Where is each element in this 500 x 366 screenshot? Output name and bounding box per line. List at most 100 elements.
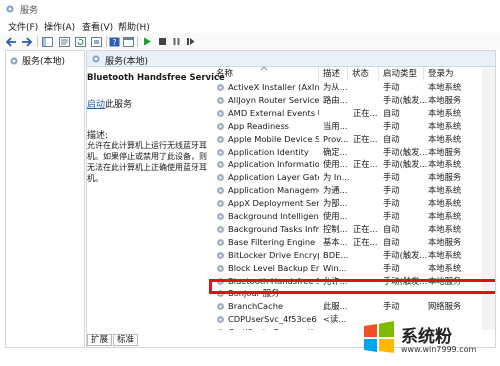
stop-icon[interactable] (156, 35, 169, 48)
tree-item-services-local[interactable]: 服务(本地) (9, 54, 65, 67)
watermark-brand: 系统粉 (401, 327, 452, 347)
service-name-cell: Background Tasks Infra... (228, 223, 319, 234)
tab-extended[interactable]: 扩展 (87, 334, 113, 346)
properties-icon[interactable] (58, 35, 71, 48)
pause-icon[interactable] (170, 35, 183, 48)
service-logon-cell: 本地服务 (428, 146, 462, 157)
watermark: 系统粉 www.win7999.com (357, 318, 500, 366)
column-header-label: 登录为 (428, 69, 454, 79)
services-gear-icon (10, 56, 18, 65)
table-row[interactable]: Application Management 为通... 手动 本地系统 (212, 184, 495, 197)
sort-chevron-icon (260, 67, 268, 71)
service-logon-cell: 本地系统 (428, 223, 462, 234)
table-row[interactable]: Application Identity 确定... 手动(触发... 本地服务 (212, 146, 495, 159)
service-status-cell: 正在... (353, 133, 378, 144)
service-logon-cell: 网络服务 (428, 301, 462, 312)
service-startup-cell: 手动(触发... (383, 159, 427, 170)
start-service-line: 启动此服务 (87, 97, 132, 110)
service-description-cell: 控制... (323, 223, 348, 234)
refresh-icon[interactable] (74, 35, 87, 48)
mmc-window-icon[interactable] (122, 35, 135, 48)
service-status-cell (353, 210, 382, 223)
toolbar-separator (106, 36, 107, 47)
table-row[interactable]: Application Layer Gatewa... 为 In... 手动 本地服务 (212, 171, 495, 184)
menu-help[interactable]: 帮助(H) (118, 20, 150, 33)
service-description-cell: 使用... (323, 211, 348, 221)
column-header-status[interactable]: 状态 (348, 67, 379, 81)
service-status-cell: 正在... (353, 223, 378, 234)
table-row[interactable]: AppX Deployment Servic... 为部... 手动 本地系统 (212, 197, 495, 210)
service-name-cell: Background Intelligent T... (228, 211, 319, 221)
service-description-cell: Prov... (323, 133, 349, 144)
service-name-cell: Certificate Propagation (228, 326, 319, 330)
table-row[interactable]: Background Intelligent T... 使用... 手动 本地系统 (212, 210, 495, 223)
service-status-cell (353, 81, 382, 94)
restart-icon[interactable] (184, 35, 197, 48)
column-header-startup-type[interactable]: 启动类型 (379, 67, 424, 81)
service-logon-cell: 本地服务 (428, 236, 462, 247)
play-icon[interactable] (141, 35, 154, 48)
service-description-cell: BDE... (323, 249, 349, 260)
service-status-cell: 正在... (353, 107, 378, 118)
service-status-cell (353, 146, 382, 159)
service-gear-icon (217, 200, 224, 207)
service-name-cell: AllJoyn Router Service (228, 94, 319, 105)
table-row[interactable]: BranchCache 此服... 手动 网络服务 (212, 300, 495, 313)
service-gear-icon (217, 303, 224, 311)
help-icon[interactable]: ? (108, 35, 121, 48)
table-row[interactable]: AllJoyn Router Service 路由... 手动(触发... 本地服务 (212, 94, 495, 107)
service-description-cell: 路由... (323, 94, 348, 105)
services-pane: 服务(本地) Bluetooth Handsfree Service 启动此服务… (86, 50, 496, 348)
service-startup-cell: 手动(触发... (383, 94, 427, 105)
service-gear-icon (217, 251, 224, 259)
description-panel: Bluetooth Handsfree Service 启动此服务 描述: 允许… (87, 67, 225, 342)
service-status-cell (353, 197, 382, 210)
service-gear-icon (217, 148, 224, 156)
service-startup-cell: 手动 (383, 120, 400, 131)
service-startup-cell: 手动 (383, 262, 400, 273)
start-service-link[interactable]: 启动 (87, 100, 105, 110)
service-startup-cell: 手动 (383, 185, 400, 196)
forward-arrow-icon[interactable] (20, 35, 33, 48)
service-name-cell: ActiveX Installer (AxInstSV) (228, 82, 319, 92)
tab-standard[interactable]: 标准 (113, 334, 139, 346)
service-startup-cell: 手动 (383, 301, 400, 312)
service-description-cell: 为部... (323, 198, 348, 209)
table-row[interactable]: ActiveX Installer (AxInstSV) 为从... 手动 本地系统 (212, 81, 495, 94)
service-gear-icon (217, 174, 224, 182)
export-list-icon[interactable] (90, 35, 103, 48)
table-row[interactable]: Background Tasks Infra... 控制... 正在... 自动 本地系… (212, 223, 495, 236)
service-description-cell (323, 326, 351, 330)
table-row[interactable]: App Readiness 当用... 手动 本地系统 (212, 120, 495, 133)
service-name-cell: App Readiness (228, 120, 290, 131)
table-row[interactable]: Application Information 使用... 正在... 手动(触发..… (212, 158, 495, 171)
service-gear-icon (217, 109, 224, 117)
service-name-cell: CDPUserSvc_4f53ce6 (228, 314, 317, 325)
back-arrow-icon[interactable] (5, 35, 18, 48)
menu-action[interactable]: 操作(A) (44, 20, 75, 33)
toolbar-separator (37, 36, 38, 47)
menu-file[interactable]: 文件(F) (8, 20, 38, 33)
service-gear-icon (217, 225, 224, 233)
column-header-description[interactable]: 描述 (319, 67, 348, 81)
service-logon-cell: 本地系统 (428, 133, 462, 144)
menu-view[interactable]: 查看(V) (82, 20, 113, 33)
table-row[interactable]: Block Level Backup Engi... Win... 手动 本地系统 (212, 262, 495, 275)
column-header-label: 状态 (352, 69, 370, 79)
service-logon-cell: 本地系统 (428, 249, 462, 260)
service-logon-cell: 本地系统 (428, 185, 462, 196)
table-row[interactable]: Apple Mobile Device Service Prov... 正在... 自… (212, 133, 495, 146)
console-tree-icon[interactable] (41, 35, 54, 48)
service-name-cell: Base Filtering Engine (228, 236, 316, 247)
service-gear-icon (217, 187, 224, 195)
service-gear-icon (217, 161, 224, 169)
table-row[interactable]: AMD External Events Utility 正在... 自动 本地系统 (212, 107, 495, 120)
service-description-cell: 为通... (323, 185, 348, 196)
table-row[interactable]: BitLocker Drive Encryptio... BDE... 手动(触发.… (212, 249, 495, 262)
service-description-cell: Win... (323, 262, 347, 273)
service-description-cell: 基本... (323, 236, 348, 247)
column-header-logon-as[interactable]: 登录为 (424, 67, 484, 81)
table-row[interactable]: Base Filtering Engine 基本... 正在... 自动 本地服务 (212, 236, 495, 249)
service-logon-cell: 本地系统 (428, 120, 462, 131)
service-description-cell: 确定... (323, 146, 348, 157)
